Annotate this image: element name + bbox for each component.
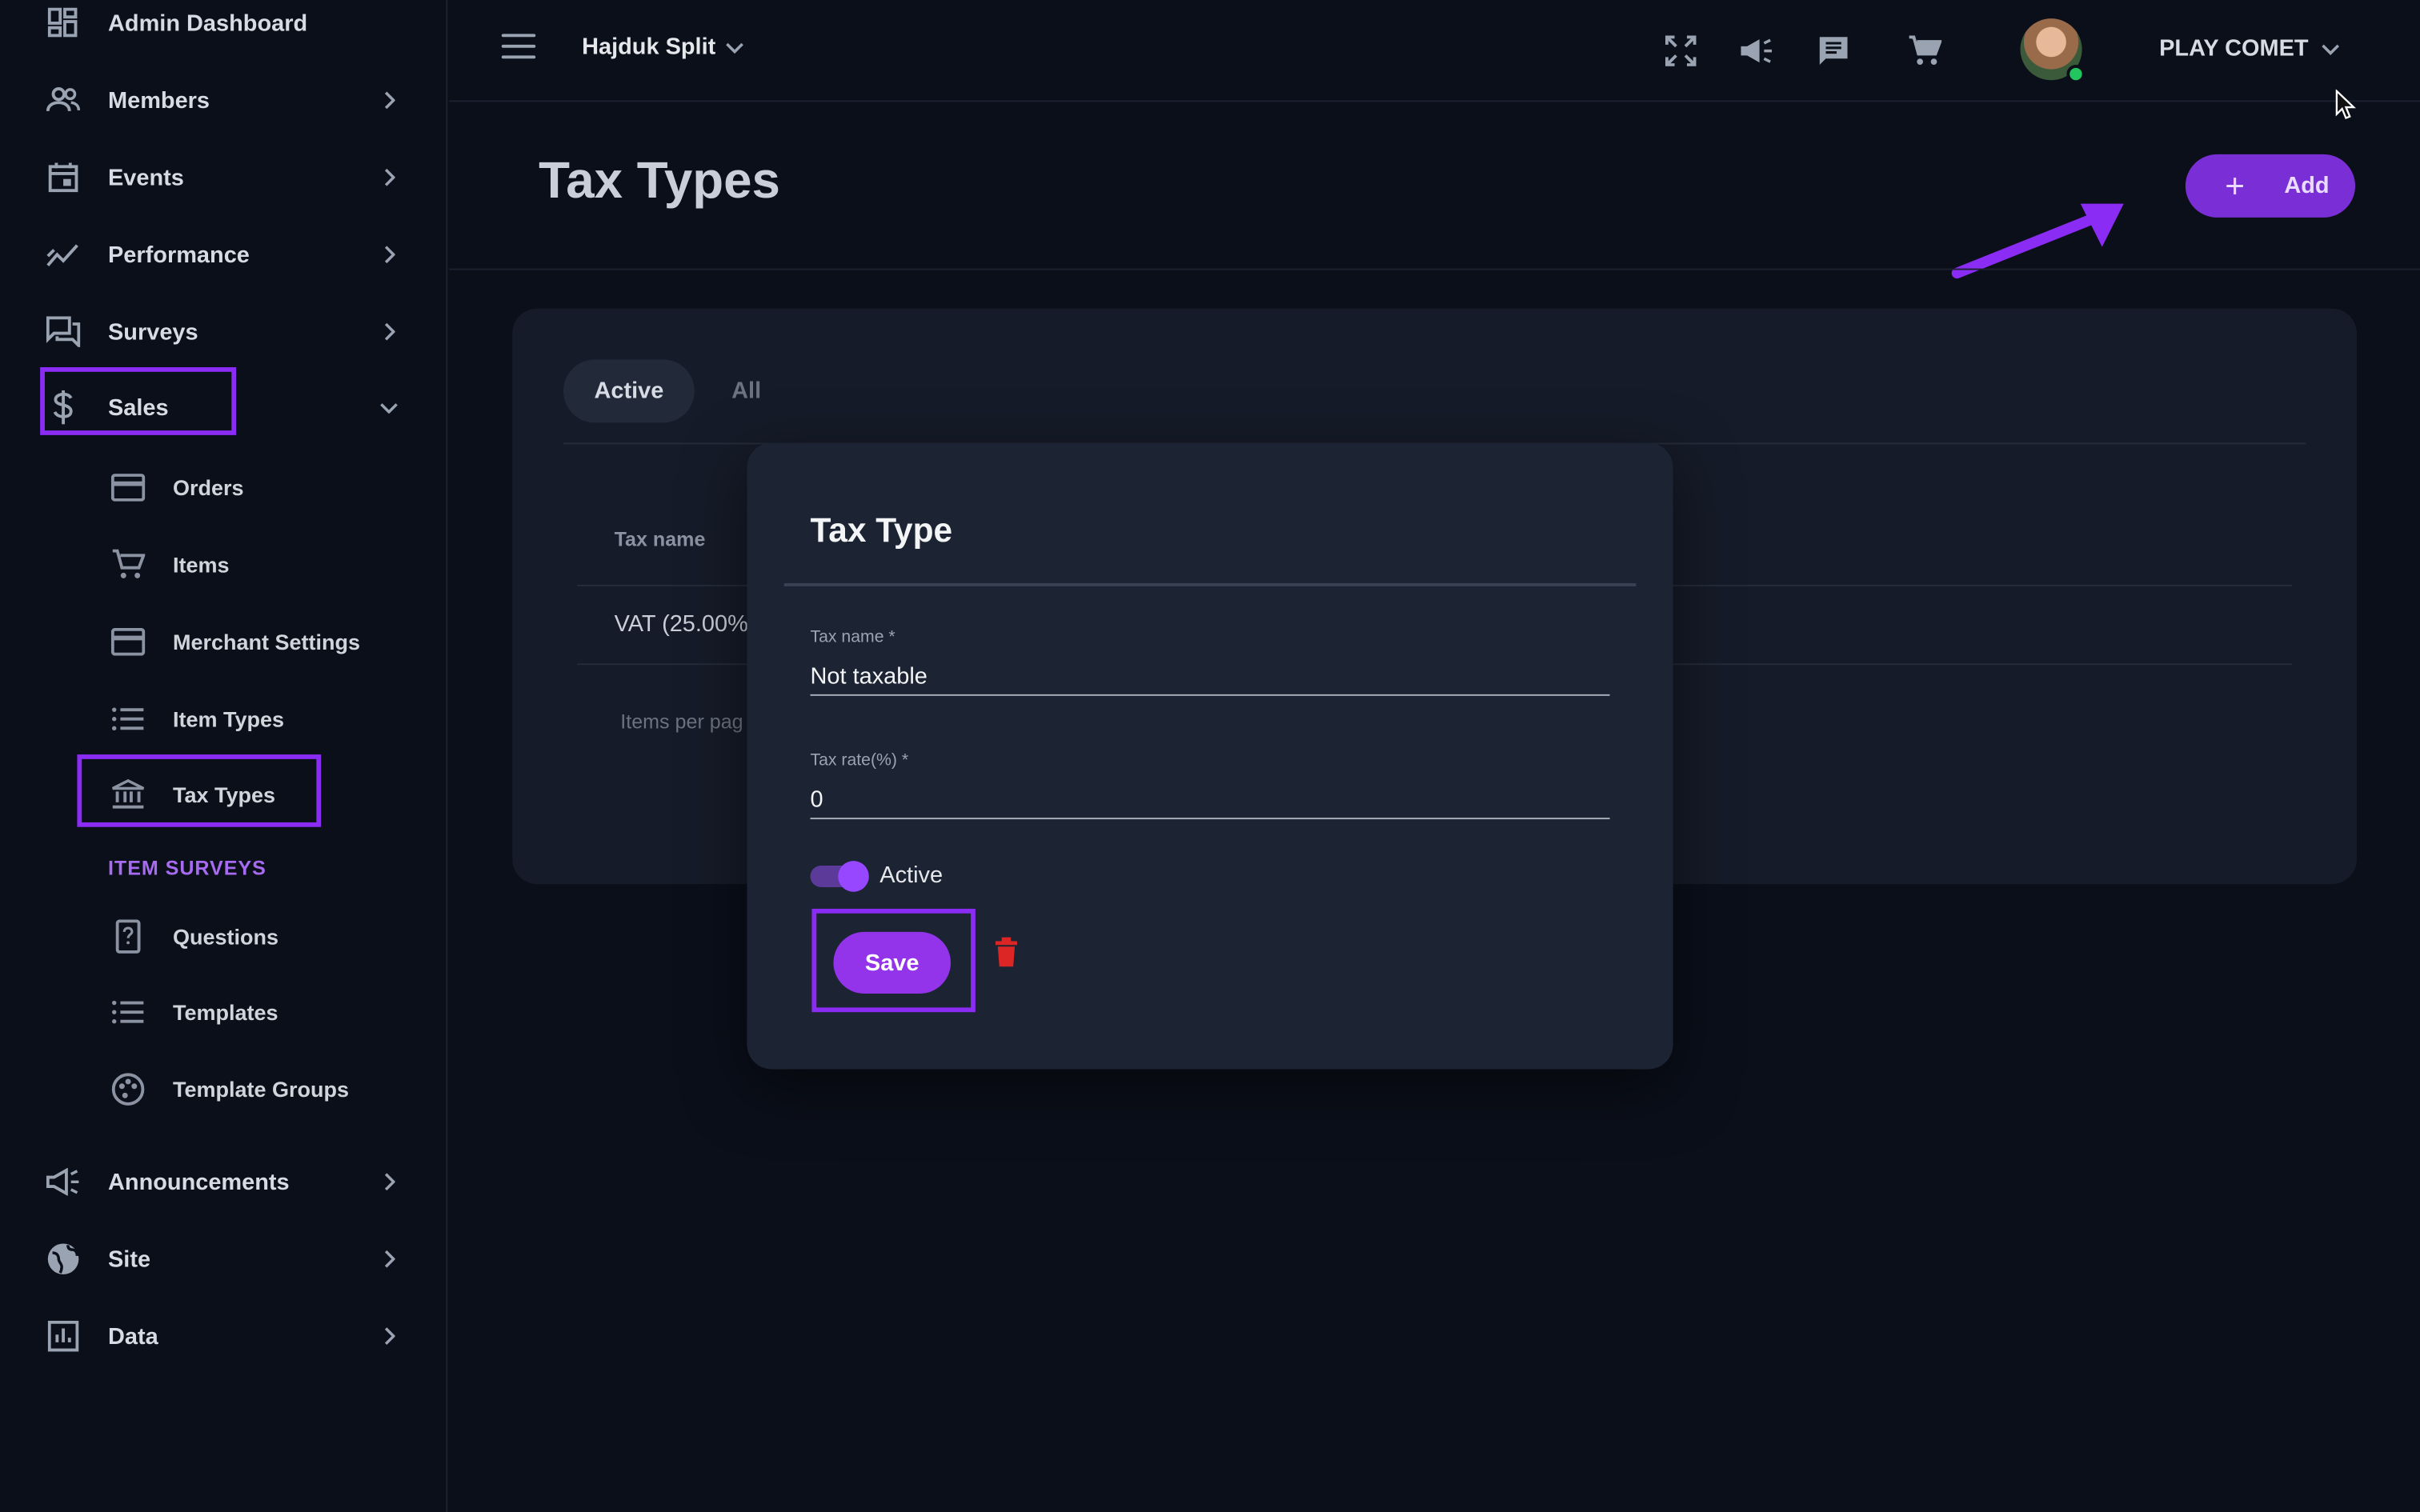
chevron-down-icon (379, 398, 398, 417)
sidebar-item-admin-dashboard[interactable]: Admin Dashboard (0, 0, 447, 54)
sidebar-subitem-template-groups[interactable]: Template Groups (0, 1058, 447, 1120)
people-icon (46, 83, 81, 117)
tax-name-input[interactable] (810, 658, 1610, 696)
sales-highlight-box (40, 367, 237, 435)
chevron-right-icon (379, 1173, 398, 1191)
mouse-cursor-icon (2335, 89, 2357, 120)
sidebar-subitem-label: Orders (173, 475, 244, 500)
chart-icon (46, 1319, 80, 1353)
globe-icon (46, 1242, 80, 1276)
add-button[interactable]: + Add (2185, 154, 2356, 218)
account-menu[interactable]: PLAY COMET (2159, 35, 2339, 62)
sidebar-subitem-item-types[interactable]: Item Types (0, 688, 447, 750)
sidebar-item-surveys[interactable]: Surveys (0, 301, 447, 362)
chevron-right-icon (379, 1327, 398, 1346)
sidebar-subitem-label: Item Types (173, 706, 285, 732)
tax-name-label: Tax name * (810, 627, 895, 647)
sidebar-item-site[interactable]: Site (0, 1228, 447, 1290)
online-status-dot (2066, 65, 2085, 84)
megaphone-icon (46, 1165, 80, 1198)
sidebar-item-data[interactable]: Data (0, 1306, 447, 1367)
sidebar-subitem-templates[interactable]: Templates (0, 982, 447, 1043)
dialog-divider (783, 583, 1637, 586)
menu-icon[interactable] (501, 34, 536, 65)
list-icon (111, 995, 145, 1029)
fullscreen-icon[interactable] (1662, 33, 1699, 70)
sidebar-item-performance[interactable]: Performance (0, 224, 447, 286)
sidebar-subitem-label: Merchant Settings (173, 629, 361, 654)
add-button-label: Add (2284, 173, 2330, 199)
list-icon (111, 702, 145, 736)
palette-icon (111, 1072, 145, 1106)
page-title: Tax Types (539, 151, 780, 209)
item-surveys-section-label: ITEM SURVEYS (108, 856, 266, 880)
annotation-arrow-icon (1951, 203, 2124, 279)
sidebar-item-label: Announcements (108, 1168, 290, 1195)
chevron-right-icon (379, 168, 398, 186)
help-doc-icon (111, 919, 145, 954)
sidebar-subitem-label: Items (173, 552, 230, 578)
active-toggle-label: Active (879, 862, 944, 889)
forum-icon (46, 314, 81, 348)
trending-icon (46, 238, 80, 271)
column-header-tax-name[interactable]: Tax name (615, 528, 706, 551)
sidebar-subitem-label: Template Groups (173, 1077, 350, 1102)
card-icon (110, 470, 146, 504)
org-selector[interactable]: Hajduk Split (582, 34, 743, 60)
sidebar-subitem-orders[interactable]: Orders (0, 457, 447, 518)
card-icon (110, 625, 146, 658)
sidebar-item-label: Surveys (108, 318, 198, 346)
cart-icon[interactable] (1906, 33, 1943, 70)
chevron-right-icon (379, 91, 398, 110)
sidebar-item-announcements[interactable]: Announcements (0, 1151, 447, 1213)
header-divider (449, 268, 2420, 270)
sidebar-subitem-items[interactable]: Items (0, 534, 447, 595)
sidebar: Admin Dashboard Members Events Performan… (0, 0, 448, 1512)
cart-icon (111, 548, 146, 582)
sidebar-item-events[interactable]: Events (0, 146, 447, 208)
tax-types-highlight-box (77, 754, 322, 827)
sidebar-item-members[interactable]: Members (0, 70, 447, 131)
sidebar-subitem-label: Questions (173, 924, 279, 950)
org-name: Hajduk Split (582, 34, 716, 61)
megaphone-icon[interactable] (1738, 33, 1775, 70)
tab-all[interactable]: All (731, 378, 761, 405)
save-button[interactable]: Save (833, 931, 952, 994)
dialog-title: Tax Type (810, 510, 953, 550)
sidebar-subitem-label: Templates (173, 999, 278, 1025)
tax-rate-input[interactable] (810, 782, 1610, 820)
sidebar-item-label: Performance (108, 241, 250, 268)
items-per-page-label: Items per pag (620, 710, 743, 734)
sidebar-item-label: Site (108, 1246, 151, 1273)
dashboard-icon (46, 6, 80, 40)
sidebar-subitem-questions[interactable]: Questions (0, 906, 447, 967)
active-toggle[interactable] (810, 861, 869, 892)
tab-active[interactable]: Active (563, 359, 695, 423)
chevron-down-icon (725, 34, 743, 60)
sidebar-subitem-merchant-settings[interactable]: Merchant Settings (0, 611, 447, 673)
chat-icon[interactable] (1815, 33, 1852, 70)
chevron-down-icon (2321, 35, 2339, 62)
chevron-right-icon (379, 1250, 398, 1268)
sidebar-item-label: Data (108, 1322, 158, 1350)
plus-icon: + (2225, 166, 2245, 205)
sidebar-item-label: Admin Dashboard (108, 10, 308, 37)
sidebar-item-label: Members (108, 86, 210, 114)
chevron-right-icon (379, 322, 398, 341)
table-row[interactable]: VAT (25.00% (615, 611, 748, 638)
sidebar-item-label: Events (108, 164, 184, 191)
account-name: PLAY COMET (2159, 35, 2309, 62)
toggle-knob (838, 861, 869, 892)
calendar-icon (46, 161, 80, 194)
tax-rate-label: Tax rate(%) * (810, 751, 909, 770)
trash-icon[interactable] (992, 937, 1020, 968)
top-bar: Hajduk Split PLAY COMET (449, 0, 2420, 102)
chevron-right-icon (379, 246, 398, 264)
avatar[interactable] (2020, 18, 2085, 84)
